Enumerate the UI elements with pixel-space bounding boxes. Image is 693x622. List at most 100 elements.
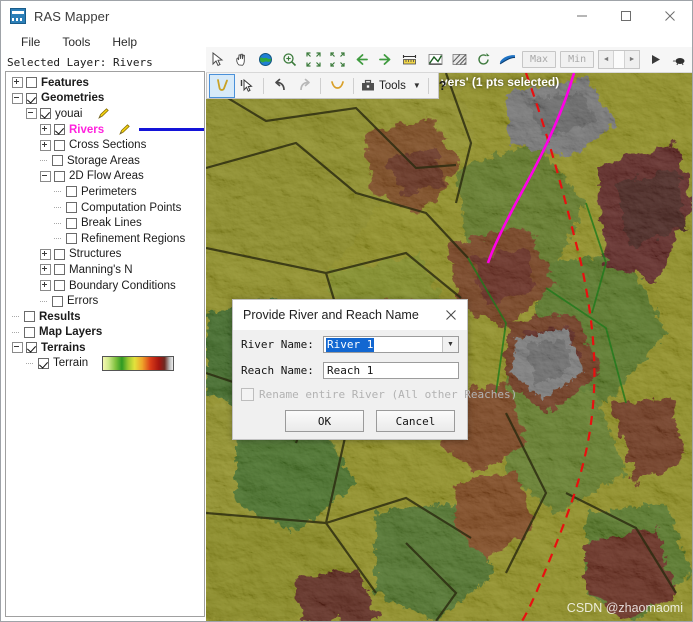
layer-checkbox[interactable]: [54, 248, 65, 260]
tree-item-results[interactable]: Results: [6, 309, 204, 325]
globe-icon[interactable]: [254, 49, 277, 71]
layer-checkbox[interactable]: [26, 77, 37, 89]
scroll-left-button[interactable]: ◄: [599, 51, 615, 68]
layer-checkbox[interactable]: [54, 264, 65, 276]
close-button[interactable]: [648, 1, 692, 31]
layer-checkbox[interactable]: [66, 202, 77, 214]
collapse-icon[interactable]: [40, 170, 51, 182]
water-surface-icon[interactable]: [496, 49, 519, 71]
tree-item-label: Perimeters: [81, 185, 137, 198]
tree-item-map-layers[interactable]: Map Layers: [6, 325, 204, 341]
expand-icon[interactable]: [40, 139, 51, 151]
maximize-button[interactable]: [604, 1, 648, 31]
collapse-icon[interactable]: [12, 92, 23, 104]
scroll-right-button[interactable]: ►: [624, 51, 640, 68]
zoom-contract-icon[interactable]: [302, 49, 325, 71]
expand-icon[interactable]: [12, 77, 23, 89]
scroll-track[interactable]: [614, 51, 624, 68]
tree-item-computation-points[interactable]: Computation Points: [6, 200, 204, 216]
collapse-icon[interactable]: [26, 108, 37, 120]
layer-checkbox[interactable]: [26, 92, 37, 104]
ok-button[interactable]: OK: [285, 410, 364, 432]
expand-icon[interactable]: [40, 280, 51, 292]
menu-help[interactable]: Help: [102, 33, 147, 51]
profile-line-icon[interactable]: [424, 49, 447, 71]
dialog-close-icon[interactable]: [441, 305, 461, 325]
edit-point-arrow-icon[interactable]: [235, 75, 259, 97]
max-button[interactable]: Max: [522, 51, 557, 68]
tree-connector: [40, 156, 49, 165]
layer-checkbox[interactable]: [54, 139, 65, 151]
curve-icon[interactable]: [325, 75, 349, 97]
tree-item-terrain[interactable]: Terrain: [6, 355, 204, 372]
min-button[interactable]: Min: [560, 51, 595, 68]
layer-checkbox[interactable]: [54, 124, 65, 136]
tree-item-errors[interactable]: Errors: [6, 293, 204, 309]
zoom-in-magnifier-icon[interactable]: [278, 49, 301, 71]
edit-tools-menu[interactable]: Tools ▼: [358, 79, 424, 92]
layer-checkbox[interactable]: [66, 217, 77, 229]
back-arrow-icon[interactable]: [350, 49, 373, 71]
layer-checkbox[interactable]: [52, 295, 63, 307]
tree-item-break-lines[interactable]: Break Lines: [6, 215, 204, 231]
ras-mapper-icon: [10, 8, 26, 24]
redo-icon[interactable]: [292, 75, 316, 97]
layer-checkbox[interactable]: [40, 108, 51, 120]
layer-checkbox[interactable]: [66, 233, 77, 245]
layer-checkbox[interactable]: [52, 155, 63, 167]
hatch-grid-icon[interactable]: [448, 49, 471, 71]
tree-item-youai[interactable]: youai: [6, 106, 204, 122]
layer-checkbox[interactable]: [66, 186, 77, 198]
tree-item-features[interactable]: Features: [6, 75, 204, 91]
measure-ruler-icon[interactable]: [398, 49, 421, 71]
river-name-value[interactable]: River 1: [326, 337, 375, 352]
layer-checkbox[interactable]: [38, 357, 49, 369]
tree-item-rivers[interactable]: Rivers: [6, 122, 204, 138]
profile-scrollbar[interactable]: ◄ ►: [598, 50, 641, 69]
menu-tools[interactable]: Tools: [52, 33, 100, 51]
menu-file[interactable]: File: [11, 33, 50, 51]
tree-item-refinement-regions[interactable]: Refinement Regions: [6, 231, 204, 247]
tree-item-boundary-conditions[interactable]: Boundary Conditions: [6, 278, 204, 294]
turtle-icon[interactable]: [668, 49, 691, 71]
rename-river-row: Rename entire River (All other Reaches): [241, 388, 517, 401]
layer-checkbox[interactable]: [24, 326, 35, 338]
pan-hand-icon[interactable]: [230, 49, 253, 71]
layer-checkbox[interactable]: [24, 311, 35, 323]
layer-checkbox[interactable]: [54, 170, 65, 182]
edit-separator-1: [263, 77, 264, 94]
tree-item-manning-s-n[interactable]: Manning's N: [6, 262, 204, 278]
tree-item-structures[interactable]: Structures: [6, 247, 204, 263]
tree-item-perimeters[interactable]: Perimeters: [6, 184, 204, 200]
help-button[interactable]: ?: [433, 79, 453, 93]
pencil-icon[interactable]: [118, 123, 131, 136]
tree-item-2d-flow-areas[interactable]: 2D Flow Areas: [6, 169, 204, 185]
undo-icon[interactable]: [268, 75, 292, 97]
minimize-button[interactable]: [560, 1, 604, 31]
chevron-down-icon[interactable]: ▼: [413, 81, 421, 90]
tree-item-geometries[interactable]: Geometries: [6, 91, 204, 107]
reach-name-value[interactable]: Reach 1: [327, 364, 373, 377]
chevron-down-icon[interactable]: ▼: [442, 337, 458, 352]
river-name-combobox[interactable]: River 1 ▼: [323, 336, 459, 353]
pencil-icon[interactable]: [97, 107, 110, 120]
layer-checkbox[interactable]: [54, 280, 65, 292]
cancel-button[interactable]: Cancel: [376, 410, 455, 432]
tree-item-cross-sections[interactable]: Cross Sections: [6, 137, 204, 153]
expand-icon[interactable]: [40, 124, 51, 136]
layers-tree-panel[interactable]: Features Geometries youai Rivers Cross Secti…: [5, 71, 205, 617]
draw-line-icon[interactable]: [209, 73, 235, 98]
reach-name-input[interactable]: Reach 1: [323, 362, 459, 379]
tree-item-storage-areas[interactable]: Storage Areas: [6, 153, 204, 169]
edit-separator-2: [320, 77, 321, 94]
expand-icon[interactable]: [40, 248, 51, 260]
forward-arrow-icon[interactable]: [374, 49, 397, 71]
layer-checkbox[interactable]: [26, 342, 37, 354]
refresh-circle-icon[interactable]: [472, 49, 495, 71]
collapse-icon[interactable]: [12, 342, 23, 354]
zoom-expand-icon[interactable]: [326, 49, 349, 71]
play-animation-button[interactable]: [644, 49, 667, 71]
tree-item-terrains[interactable]: Terrains: [6, 340, 204, 356]
expand-icon[interactable]: [40, 264, 51, 276]
arrow-select-icon[interactable]: [206, 49, 229, 71]
